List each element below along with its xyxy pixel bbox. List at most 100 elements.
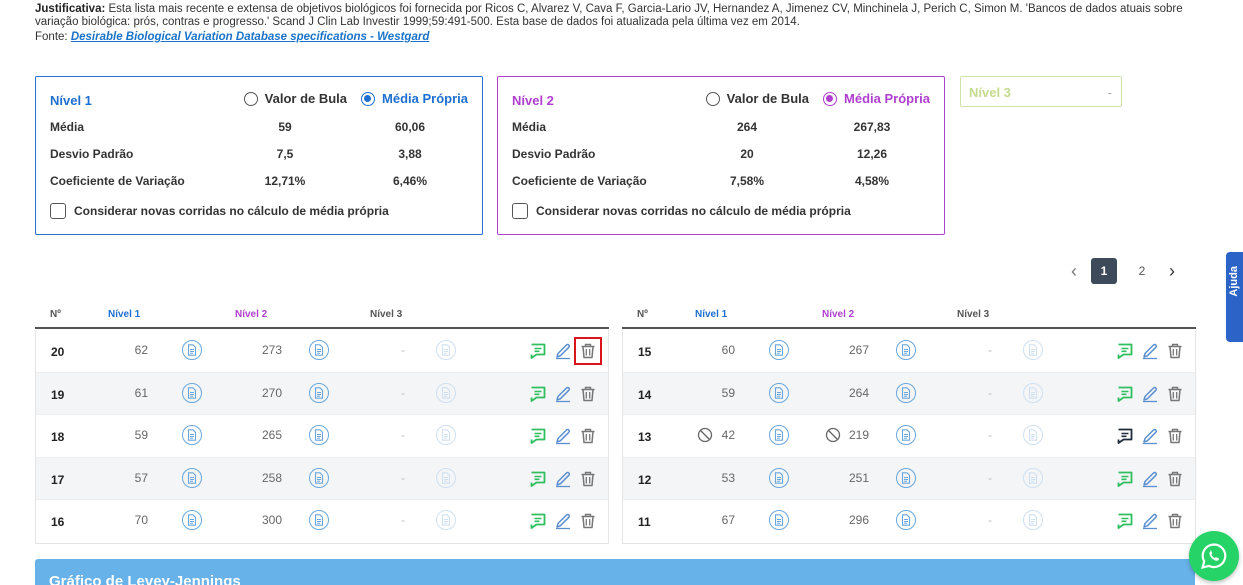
level-1-new-runs-option[interactable]: Considerar novas corridas no cálculo de … — [50, 203, 389, 219]
edit-icon[interactable] — [553, 341, 573, 361]
level-2-detail-icon[interactable] — [309, 382, 329, 403]
stat-label: Desvio Padrão — [512, 147, 596, 161]
level-2-detail-icon[interactable] — [896, 425, 916, 445]
level-1-detail-icon[interactable] — [769, 467, 789, 488]
level-3-card[interactable]: Nível 3 - — [960, 76, 1122, 107]
westgard-source-link[interactable]: Desirable Biological Variation Database … — [71, 31, 430, 43]
edit-icon[interactable] — [1140, 426, 1160, 446]
radio-media-circle[interactable] — [823, 91, 838, 106]
comment-icon[interactable] — [528, 341, 548, 361]
radio-bula-circle[interactable] — [243, 91, 258, 106]
stat-propria-value: 4,58% — [854, 174, 890, 188]
radio-media-circle[interactable] — [361, 91, 376, 106]
stat-propria-value: 12,26 — [856, 147, 888, 161]
delete-icon[interactable] — [1165, 426, 1185, 446]
delete-icon[interactable] — [578, 426, 598, 446]
comment-icon[interactable] — [528, 426, 548, 446]
level-1-detail-icon[interactable] — [769, 382, 789, 403]
level-2-detail-icon[interactable] — [896, 510, 916, 530]
page: Justificativa: Esta lista mais recente e… — [0, 0, 1243, 585]
delete-icon[interactable] — [574, 337, 602, 365]
level-2-new-runs-checkbox[interactable] — [512, 203, 528, 219]
level-2-detail-icon[interactable] — [309, 510, 329, 530]
delete-icon[interactable] — [578, 469, 598, 489]
edit-icon[interactable] — [1140, 469, 1160, 489]
comment-icon[interactable] — [1115, 384, 1135, 404]
level-2-value: 267 — [848, 343, 869, 357]
edit-icon[interactable] — [1140, 511, 1160, 531]
comment-icon[interactable] — [1115, 469, 1135, 489]
edit-icon[interactable] — [553, 469, 573, 489]
stat-bula-value: 12,71% — [264, 174, 306, 188]
row-actions — [1110, 341, 1185, 361]
level-3-detail-icon — [1023, 425, 1043, 445]
delete-icon[interactable] — [1165, 341, 1185, 361]
row-actions — [523, 426, 598, 446]
level-2-radio-media[interactable]: Média Própria — [823, 91, 930, 106]
edit-icon[interactable] — [553, 426, 573, 446]
level-2-value: 265 — [261, 428, 282, 442]
level-2-detail-icon[interactable] — [309, 467, 329, 488]
row-actions — [1110, 426, 1185, 446]
row-actions — [523, 384, 598, 404]
comment-icon[interactable] — [1115, 426, 1135, 446]
level-1-detail-icon[interactable] — [769, 510, 789, 530]
level-1-radio-media[interactable]: Média Própria — [361, 91, 468, 106]
delete-icon[interactable] — [578, 511, 598, 531]
edit-icon[interactable] — [1140, 384, 1160, 404]
level-2-radio-bula[interactable]: Valor de Bula — [705, 91, 810, 106]
page-1-button[interactable]: 1 — [1091, 258, 1117, 284]
fonte-line: Fonte: Desirable Biological Variation Da… — [35, 31, 429, 43]
header-level-1: Nível 1 — [695, 309, 728, 320]
level-1-new-runs-checkbox[interactable] — [50, 203, 66, 219]
edit-icon[interactable] — [1140, 341, 1160, 361]
stat-propria-value: 6,46% — [392, 174, 428, 188]
level-3-detail-icon — [436, 467, 456, 488]
level-1-value: 70 — [134, 513, 148, 527]
level-1-detail-icon[interactable] — [182, 467, 202, 488]
level-1-value: 60 — [721, 343, 735, 357]
level-1-detail-icon[interactable] — [182, 510, 202, 530]
stat-propria-value: 267,83 — [853, 120, 891, 134]
level-1-detail-icon[interactable] — [769, 425, 789, 445]
comment-icon[interactable] — [528, 469, 548, 489]
comment-icon[interactable] — [1115, 511, 1135, 531]
radio-bula-label: Valor de Bula — [726, 91, 810, 106]
run-number: 16 — [51, 515, 65, 529]
stat-label: Média — [512, 120, 547, 134]
delete-icon[interactable] — [578, 384, 598, 404]
level-2-detail-icon[interactable] — [896, 382, 916, 403]
stat-bula-value: 7,5 — [276, 147, 294, 161]
level-1-detail-icon[interactable] — [182, 425, 202, 445]
edit-icon[interactable] — [553, 511, 573, 531]
level-1-detail-icon[interactable] — [769, 340, 789, 360]
level-1-detail-icon[interactable] — [182, 382, 202, 403]
comment-icon[interactable] — [528, 384, 548, 404]
comment-icon[interactable] — [528, 511, 548, 531]
edit-icon[interactable] — [553, 384, 573, 404]
prev-page-icon[interactable]: ‹ — [1063, 261, 1085, 282]
level-2-detail-icon[interactable] — [309, 425, 329, 445]
levey-jennings-section-header: Gráfico de Levey-Jennings — [35, 559, 1195, 585]
level-3-value: - — [988, 343, 992, 357]
level-2-detail-icon[interactable] — [896, 340, 916, 360]
radio-bula-circle[interactable] — [705, 91, 720, 106]
level-1-value: 57 — [134, 470, 148, 485]
next-page-icon[interactable]: › — [1161, 261, 1183, 282]
level-2-detail-icon[interactable] — [309, 340, 329, 360]
level-2-detail-icon[interactable] — [896, 467, 916, 488]
whatsapp-button[interactable] — [1189, 531, 1239, 581]
level-1-radio-bula[interactable]: Valor de Bula — [243, 91, 347, 106]
delete-icon[interactable] — [1165, 511, 1185, 531]
level-2-new-runs-option[interactable]: Considerar novas corridas no cálculo de … — [512, 203, 851, 219]
comment-icon[interactable] — [1115, 341, 1135, 361]
page-2-button[interactable]: 2 — [1129, 258, 1155, 284]
level-1-detail-icon[interactable] — [182, 340, 202, 360]
delete-icon[interactable] — [1165, 384, 1185, 404]
level-3-detail-icon — [1023, 382, 1043, 403]
delete-icon[interactable] — [1165, 469, 1185, 489]
level-3-value: - — [988, 385, 992, 400]
level-3-value: - — [401, 343, 405, 357]
stat-bula-value: 59 — [278, 120, 292, 134]
help-tab[interactable]: Ajuda — [1226, 252, 1243, 342]
